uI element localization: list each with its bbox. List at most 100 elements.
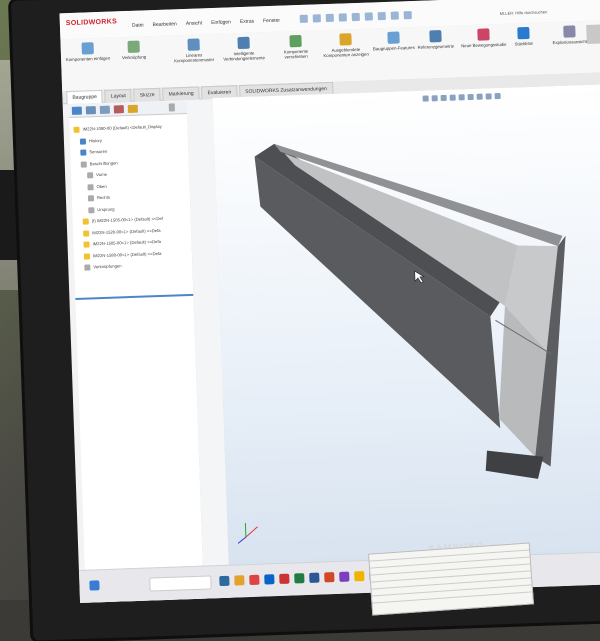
ribbon-button-label: Ausgeblendete Komponenten anzeigen	[323, 47, 369, 58]
ribbon-button-bom[interactable]: Stückliste	[500, 26, 547, 47]
assembly-features-icon	[387, 31, 399, 43]
menu-bearbeiten[interactable]: Bearbeiten	[153, 21, 177, 28]
save-icon[interactable]	[339, 13, 347, 21]
feature-tree-icon[interactable]	[72, 107, 82, 115]
graphics-area[interactable]	[213, 82, 600, 565]
start-icon[interactable]	[89, 580, 99, 590]
new-file-icon[interactable]	[313, 14, 321, 22]
select-icon[interactable]	[378, 12, 386, 20]
section-view-icon[interactable]	[450, 95, 456, 101]
word-icon[interactable]	[309, 573, 319, 583]
ribbon-button-instant3d[interactable]: Instant3D	[586, 23, 600, 44]
taskbar-search[interactable]	[149, 575, 211, 591]
ribbon-button-label: Lineares Komponentenmuster	[174, 52, 214, 63]
rebuild-icon[interactable]	[391, 11, 399, 19]
feature-icon	[88, 207, 94, 213]
collapse-panel-icon[interactable]	[169, 103, 175, 111]
ribbon-button-reference-geometry[interactable]: Referenzgeometrie	[412, 29, 459, 50]
ribbon-button-mate[interactable]: Verknüpfung	[110, 40, 157, 61]
part-icon	[83, 241, 89, 247]
tree-item-label: Ursprung	[97, 206, 114, 212]
tree-item-label: Sensoren	[89, 149, 107, 155]
configuration-manager-icon[interactable]	[100, 106, 110, 114]
bom-icon	[517, 27, 529, 39]
edge-icon[interactable]	[264, 574, 274, 584]
tab-layout[interactable]: Layout	[105, 89, 132, 103]
tree-item-label: (f) IM22N-1505-00<1> (Default) <<Def	[92, 216, 163, 223]
ribbon-button-label: Komponente verschieben	[284, 49, 309, 60]
view-orientation-icon[interactable]	[459, 94, 465, 100]
open-file-icon[interactable]	[326, 14, 334, 22]
dimxpert-icon[interactable]	[114, 105, 124, 113]
help-search-input[interactable]: MLLER: Hilfe durchsuchen	[500, 9, 548, 16]
ribbon-button-insert-components[interactable]: Komponenten einfügen	[65, 42, 112, 63]
reference-geometry-icon	[429, 30, 441, 42]
tree-root-label: IM22N-1080-00 (Default) <Default_Display	[82, 124, 161, 132]
ribbon-button-assembly-features[interactable]: Baugruppen-Features	[370, 31, 417, 52]
print-icon[interactable]	[352, 13, 360, 21]
part-icon	[83, 230, 89, 236]
quick-access-toolbar	[300, 11, 412, 23]
tree-item-label: Beschriftungen	[90, 160, 118, 166]
appearance-icon[interactable]	[486, 93, 492, 99]
move-component-icon	[289, 35, 301, 47]
smart-fasteners-icon	[237, 37, 249, 49]
menu-datei[interactable]: Datei	[132, 22, 144, 28]
show-hidden-icon	[339, 33, 351, 45]
menu-einfuegen[interactable]: Einfügen	[211, 19, 231, 26]
home-icon[interactable]	[300, 15, 308, 23]
ribbon-button-smart-fasteners[interactable]: Intelligente Verbindungselemente	[220, 36, 267, 62]
property-manager-icon[interactable]	[86, 106, 96, 114]
menu-extras[interactable]: Extras	[240, 19, 254, 25]
file-explorer-icon[interactable]	[234, 575, 244, 585]
undo-icon[interactable]	[365, 12, 373, 20]
model-view	[213, 82, 600, 567]
ribbon-button-label: Stückliste	[515, 41, 534, 47]
ribbon-button-label: Intelligente Verbindungselemente	[223, 51, 265, 62]
task-view-icon[interactable]	[219, 576, 229, 586]
display-style-icon[interactable]	[468, 94, 474, 100]
screen: SOLIDWORKS Datei Bearbeiten Ansicht Einf…	[59, 0, 600, 603]
display-manager-icon[interactable]	[128, 105, 138, 113]
excel-icon[interactable]	[294, 573, 304, 583]
powerpoint-icon[interactable]	[324, 572, 334, 582]
previous-view-icon[interactable]	[441, 95, 447, 101]
chrome-icon[interactable]	[249, 575, 259, 585]
menu-ansicht[interactable]: Ansicht	[186, 20, 203, 27]
tree-item-label: IM22N-1580-00<1> (Default) <<Defa	[93, 250, 162, 257]
ribbon-button-linear-pattern[interactable]: Lineares Komponentenmuster	[170, 38, 217, 64]
feature-icon	[80, 149, 86, 155]
assembly-icon	[73, 127, 79, 133]
feature-icon	[88, 195, 94, 201]
tree-item-label: IM22N-1520-00<1> (Default) <<Defa	[92, 227, 161, 234]
tree-item-label: Oben	[96, 183, 106, 188]
tree-item-label: Vorne	[96, 172, 107, 177]
ribbon-button-move-component[interactable]: Komponente verschieben	[272, 34, 319, 60]
feature-icon	[87, 172, 93, 178]
ribbon-button-show-hidden[interactable]: Ausgeblendete Komponenten anzeigen	[322, 33, 369, 59]
mail-icon[interactable]	[354, 571, 364, 581]
ribbon-button-label: Referenzgeometrie	[418, 44, 455, 50]
app-logo: SOLIDWORKS	[66, 18, 117, 27]
teams-icon[interactable]	[339, 572, 349, 582]
tree-item-label: Verknüpfungen	[93, 263, 121, 269]
solidworks-taskbar-icon[interactable]	[279, 574, 289, 584]
scene-icon[interactable]	[495, 93, 501, 99]
feature-icon	[87, 184, 93, 190]
ribbon-button-label: Komponenten einfügen	[66, 56, 111, 63]
triad-axis-icon	[237, 523, 258, 544]
zoom-to-fit-icon[interactable]	[423, 95, 429, 101]
feature-tree: IM22N-1080-00 (Default) <Default_Display…	[73, 121, 190, 274]
tree-item-label: IM22N-1505-00<1> (Default) <<Defa	[92, 239, 161, 246]
linear-pattern-icon	[187, 38, 199, 50]
options-icon[interactable]	[404, 11, 412, 19]
menu-bar: Datei Bearbeiten Ansicht Einfügen Extras…	[132, 18, 280, 29]
menu-fenster[interactable]: Fenster	[263, 18, 280, 25]
exploded-view-icon	[563, 25, 575, 37]
tree-item-label: Rechts	[97, 195, 110, 200]
hide-show-icon[interactable]	[477, 94, 483, 100]
zoom-area-icon[interactable]	[432, 95, 438, 101]
tab-skizze[interactable]: Skizze	[134, 88, 161, 102]
tab-baugruppe[interactable]: Baugruppe	[66, 90, 103, 104]
tab-markierung[interactable]: Markierung	[162, 86, 199, 100]
